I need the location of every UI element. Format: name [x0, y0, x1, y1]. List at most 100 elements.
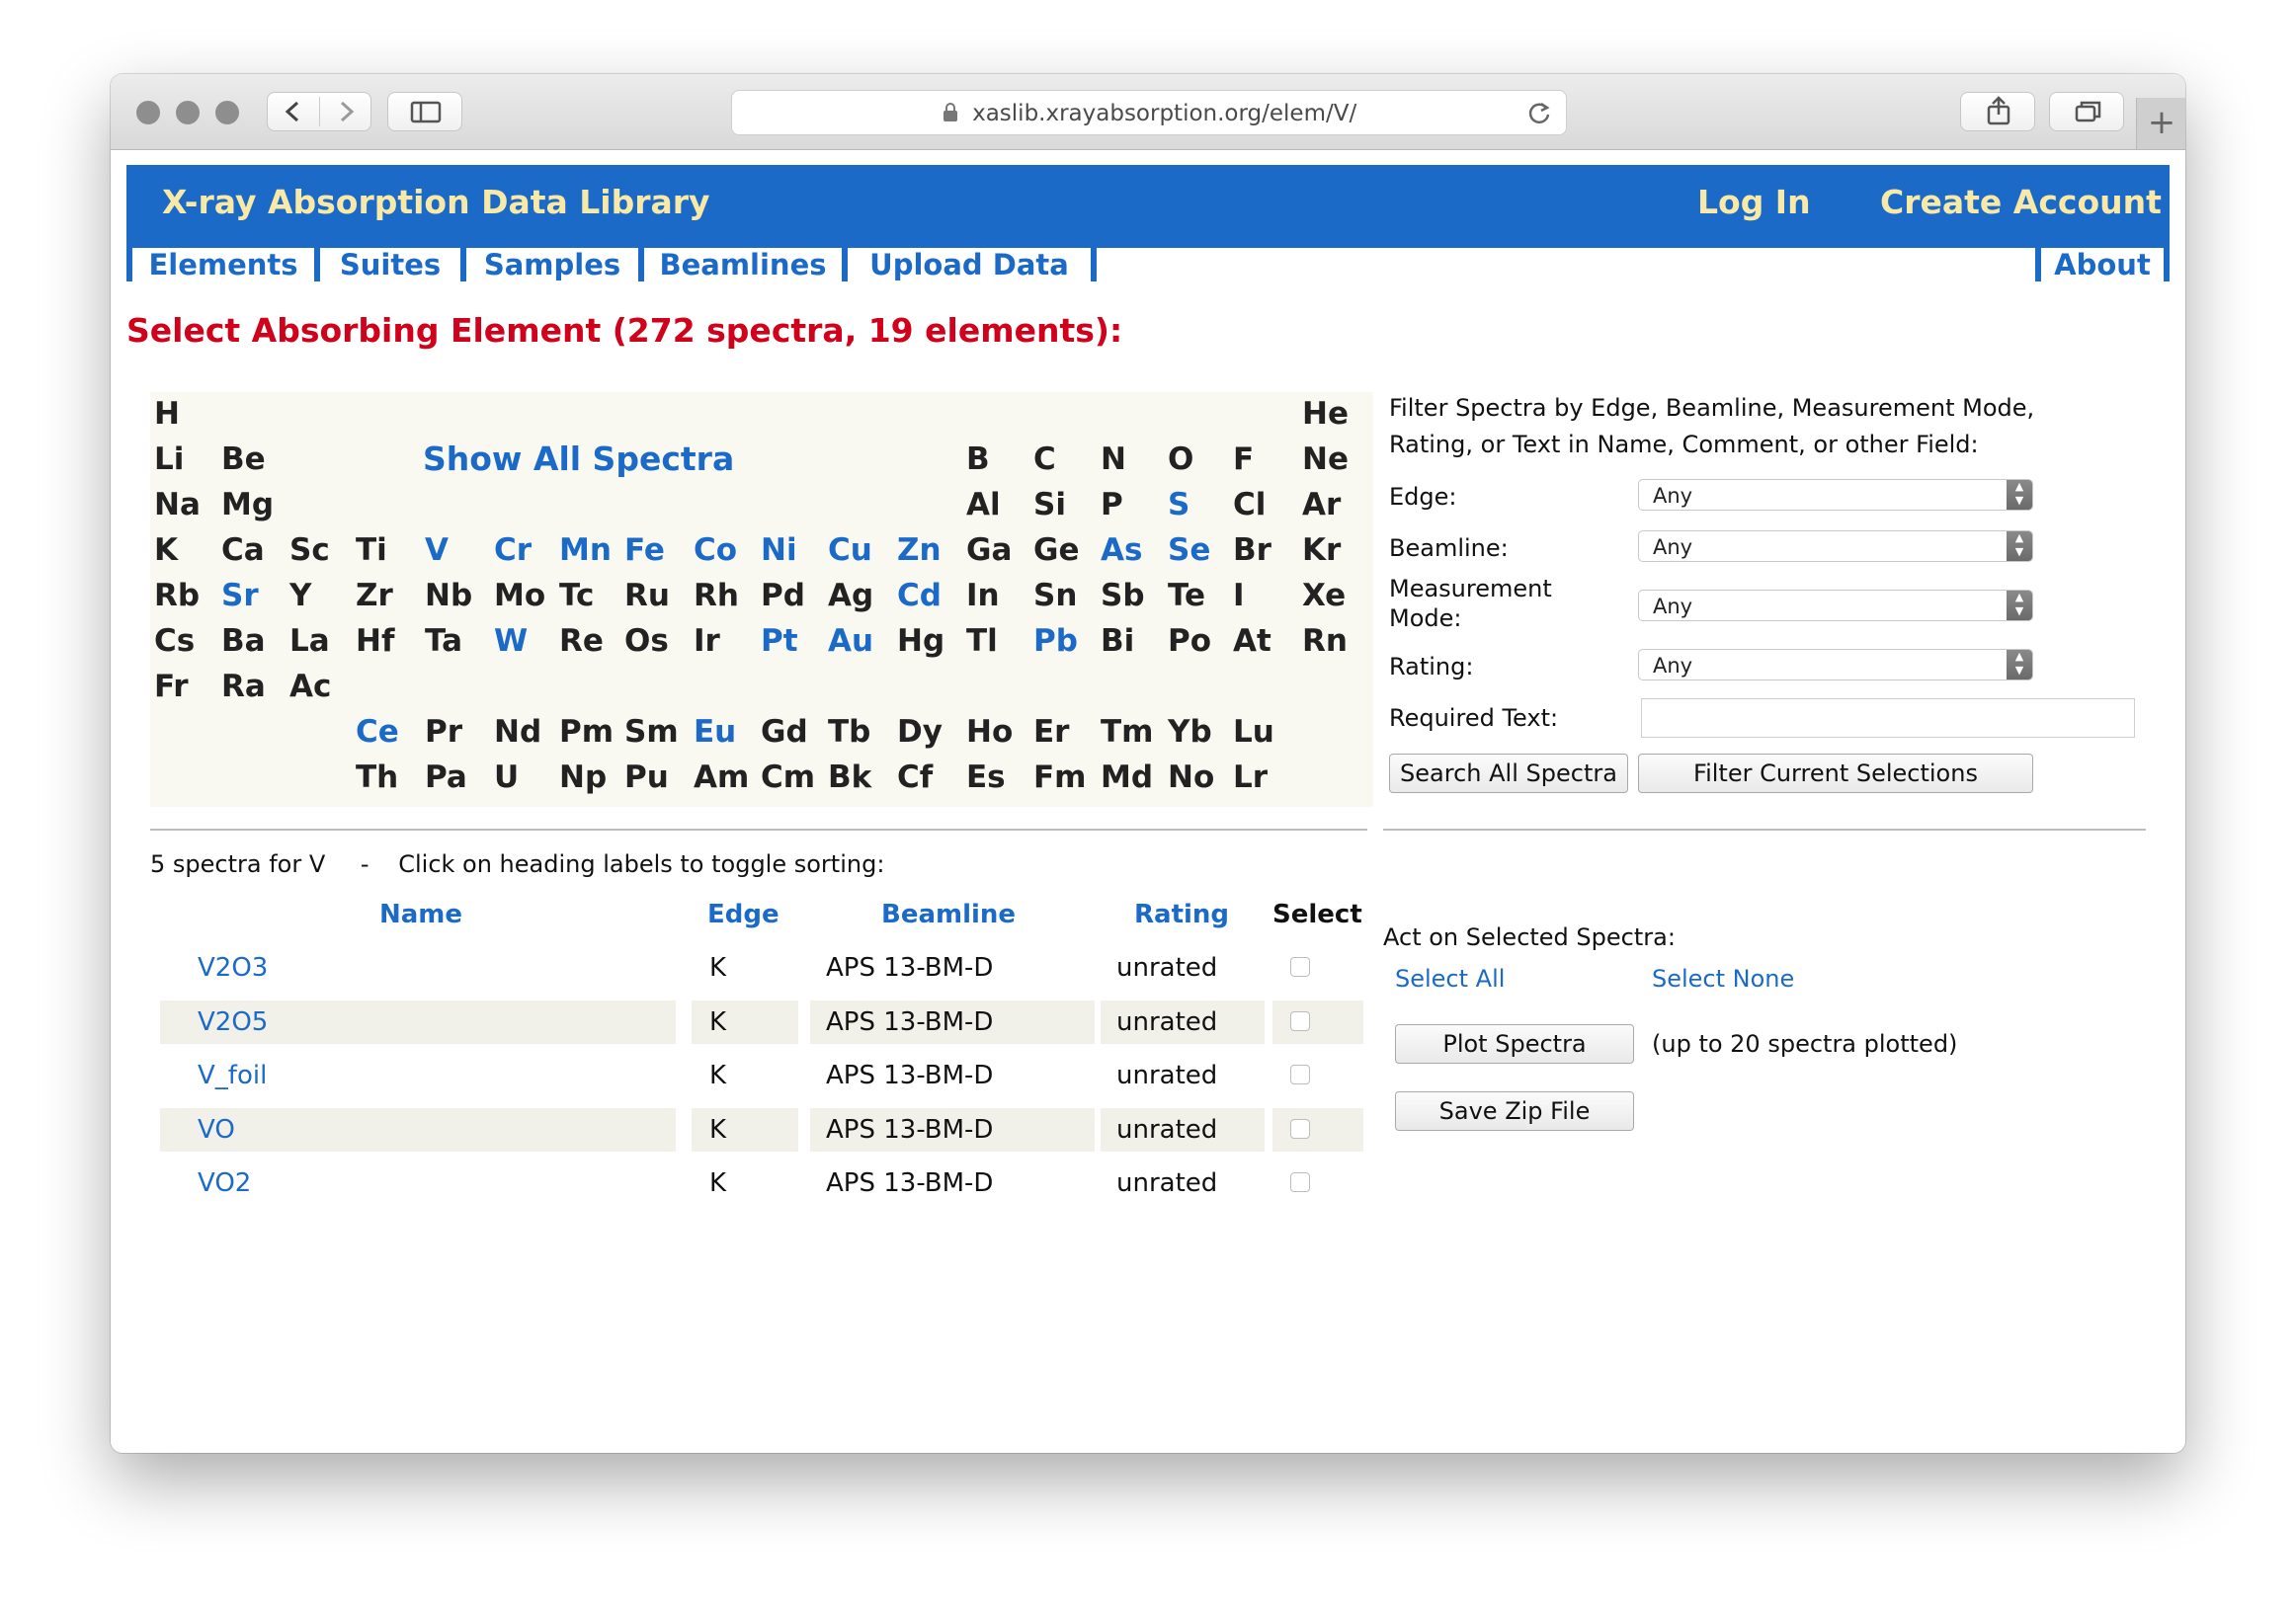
element-v[interactable]: V: [425, 532, 449, 568]
measurement-mode-select-value: Any: [1653, 595, 1693, 618]
measurement-mode-label-1: Measurement: [1389, 575, 1552, 602]
header-beamline[interactable]: Beamline: [881, 900, 1016, 929]
nav-beamlines[interactable]: Beamlines: [644, 248, 842, 281]
login-link[interactable]: Log In: [1697, 183, 1811, 221]
minimize-window-button[interactable]: [176, 101, 200, 124]
select-checkbox[interactable]: [1290, 957, 1310, 977]
element-xe: Xe: [1302, 578, 1347, 613]
select-checkbox[interactable]: [1290, 1011, 1310, 1031]
rating-select[interactable]: Any ▲ ▼: [1638, 649, 2033, 680]
element-kr: Kr: [1302, 532, 1342, 568]
element-br: Br: [1233, 532, 1271, 568]
measurement-mode-select[interactable]: Any ▲ ▼: [1638, 590, 2033, 621]
table-row-background: [692, 1108, 798, 1152]
element-bi: Bi: [1101, 623, 1135, 659]
element-cu[interactable]: Cu: [828, 532, 872, 568]
element-yb: Yb: [1168, 714, 1212, 750]
element-cm: Cm: [761, 760, 816, 795]
nav-samples[interactable]: Samples: [466, 248, 638, 281]
element-co[interactable]: Co: [694, 532, 737, 568]
element-pb[interactable]: Pb: [1033, 623, 1078, 659]
select-arrows-icon: ▲ ▼: [2007, 591, 2032, 620]
sidebar-toggle-button[interactable]: [387, 92, 462, 131]
show-all-spectra-link[interactable]: Show All Spectra: [423, 440, 734, 478]
element-re: Re: [559, 623, 604, 659]
element-n: N: [1101, 441, 1126, 477]
header-edge[interactable]: Edge: [707, 900, 779, 929]
element-i: I: [1233, 578, 1245, 613]
filter-current-selections-button[interactable]: Filter Current Selections: [1638, 754, 2033, 793]
element-w[interactable]: W: [494, 623, 528, 659]
element-as[interactable]: As: [1101, 532, 1142, 568]
back-icon[interactable]: [268, 93, 319, 130]
address-bar[interactable]: xaslib.xrayabsorption.org/elem/V/: [731, 90, 1567, 135]
site-title[interactable]: X-ray Absorption Data Library: [162, 183, 710, 221]
site-header: X-ray Absorption Data Library Log In Cre…: [126, 165, 2170, 242]
table-row-background: [1272, 1000, 1363, 1044]
zoom-window-button[interactable]: [215, 101, 239, 124]
new-tab-button[interactable]: +: [2136, 98, 2185, 149]
spectrum-name-link[interactable]: VO2: [198, 1168, 251, 1198]
save-zip-file-button[interactable]: Save Zip File: [1395, 1091, 1634, 1131]
element-ta: Ta: [425, 623, 463, 659]
select-checkbox[interactable]: [1290, 1172, 1310, 1192]
header-name[interactable]: Name: [379, 900, 462, 929]
nav-spacer: [1097, 248, 2035, 281]
close-window-button[interactable]: [136, 101, 160, 124]
element-md: Md: [1101, 760, 1154, 795]
nav-elements[interactable]: Elements: [132, 248, 314, 281]
edge-select[interactable]: Any ▲ ▼: [1638, 479, 2033, 511]
plot-spectra-button[interactable]: Plot Spectra: [1395, 1024, 1634, 1064]
filter-intro-line-1: Filter Spectra by Edge, Beamline, Measur…: [1389, 394, 2035, 422]
element-mn[interactable]: Mn: [559, 532, 612, 568]
spectrum-edge: K: [709, 1115, 727, 1145]
element-c: C: [1033, 441, 1056, 477]
select-all-link[interactable]: Select All: [1395, 965, 1505, 993]
element-ce[interactable]: Ce: [356, 714, 399, 750]
create-account-link[interactable]: Create Account: [1880, 183, 2162, 221]
element-es: Es: [966, 760, 1006, 795]
spectrum-edge: K: [709, 953, 727, 983]
spectrum-name-link[interactable]: V2O3: [198, 953, 268, 983]
select-checkbox[interactable]: [1290, 1119, 1310, 1139]
element-fe[interactable]: Fe: [624, 532, 665, 568]
tabs-overview-button[interactable]: [2049, 92, 2124, 131]
element-la: La: [289, 623, 330, 659]
reload-icon[interactable]: [1526, 100, 1552, 129]
spectrum-beamline: APS 13-BM-D: [826, 1115, 994, 1145]
element-pt[interactable]: Pt: [761, 623, 798, 659]
element-s[interactable]: S: [1168, 487, 1189, 522]
share-button[interactable]: [1960, 92, 2035, 131]
nav-upload-data[interactable]: Upload Data: [848, 248, 1091, 281]
element-cr[interactable]: Cr: [494, 532, 532, 568]
element-eu[interactable]: Eu: [694, 714, 736, 750]
beamline-select[interactable]: Any ▲ ▼: [1638, 530, 2033, 562]
element-zr: Zr: [356, 578, 393, 613]
nav-suites[interactable]: Suites: [320, 248, 460, 281]
search-all-spectra-button[interactable]: Search All Spectra: [1389, 754, 1628, 793]
spectrum-name-link[interactable]: VO: [198, 1115, 235, 1145]
element-na: Na: [154, 487, 201, 522]
header-rating[interactable]: Rating: [1134, 900, 1229, 929]
element-au[interactable]: Au: [828, 623, 873, 659]
sorting-hint: Click on heading labels to toggle sortin…: [398, 850, 885, 878]
plot-note: (up to 20 spectra plotted): [1652, 1030, 1958, 1058]
element-zn[interactable]: Zn: [897, 532, 942, 568]
spectrum-name-link[interactable]: V_foil: [198, 1061, 267, 1090]
required-text-input[interactable]: [1641, 698, 2135, 738]
spectrum-name-link[interactable]: V2O5: [198, 1007, 268, 1037]
element-se[interactable]: Se: [1168, 532, 1210, 568]
nav-about[interactable]: About: [2041, 248, 2164, 281]
element-sn: Sn: [1033, 578, 1078, 613]
forward-icon[interactable]: [320, 93, 371, 130]
element-ar: Ar: [1302, 487, 1342, 522]
element-tb: Tb: [828, 714, 871, 750]
element-cd[interactable]: Cd: [897, 578, 942, 613]
select-checkbox[interactable]: [1290, 1065, 1310, 1084]
element-sr[interactable]: Sr: [221, 578, 259, 613]
rating-select-value: Any: [1653, 654, 1693, 678]
select-none-link[interactable]: Select None: [1652, 965, 1794, 993]
browser-toolbar: xaslib.xrayabsorption.org/elem/V/ +: [111, 74, 2185, 150]
element-ni[interactable]: Ni: [761, 532, 797, 568]
edge-select-value: Any: [1653, 484, 1693, 508]
